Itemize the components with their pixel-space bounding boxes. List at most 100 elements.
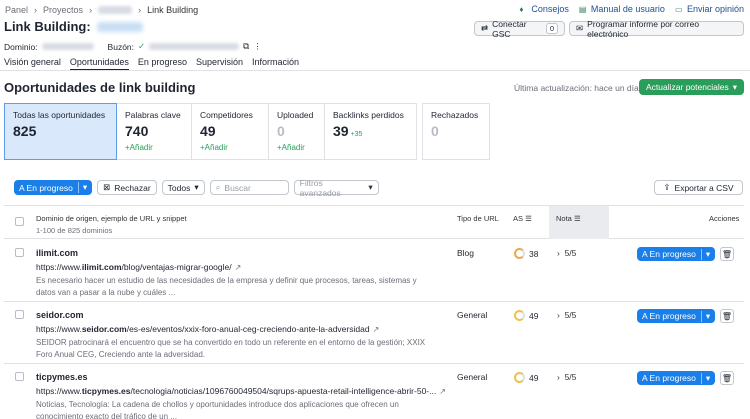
chevron-down-icon[interactable]: ▾ <box>77 182 87 193</box>
row-in-progress-button[interactable]: A En progreso ▾ <box>637 371 716 385</box>
row-snippet: Es necesario hacer un estudio de las nec… <box>36 276 417 297</box>
update-potentials-button[interactable]: Actualizar potenciales ▾ <box>639 79 744 95</box>
mail-icon: ✉ <box>576 23 584 33</box>
connect-gsc-button[interactable]: ⇄ Conectar GSC 0 <box>474 19 565 39</box>
card-value: 49 <box>200 123 216 139</box>
reject-icon: ⊠ <box>103 182 111 192</box>
row-domain[interactable]: seidor.com <box>36 310 84 320</box>
breadcrumb: Panel › Proyectos › › Link Building <box>5 5 199 15</box>
add-competitors-link[interactable]: +Añadir <box>200 143 260 152</box>
bulk-in-progress-button[interactable]: A En progreso ▾ <box>14 180 93 195</box>
breadcrumb-panel[interactable]: Panel <box>5 5 28 15</box>
row-in-progress-button[interactable]: A En progreso ▾ <box>637 309 716 323</box>
external-link-icon: ↗ <box>234 263 242 272</box>
tab-information[interactable]: Información <box>252 57 299 71</box>
card-rejected[interactable]: Rechazados 0 <box>422 103 490 160</box>
authority-donut-icon <box>514 310 525 321</box>
breadcrumb-projects[interactable]: Proyectos <box>43 5 83 15</box>
chevron-down-icon: ▾ <box>732 81 737 92</box>
tab-monitoring[interactable]: Supervisión <box>196 57 243 71</box>
card-keywords[interactable]: Palabras clave 740 +Añadir <box>117 103 192 160</box>
col-score[interactable]: Nota ☰ <box>556 214 581 223</box>
copy-icon[interactable]: ⧉ <box>243 41 249 52</box>
domain-redacted <box>41 43 94 50</box>
col-type: Tipo de URL <box>457 214 499 223</box>
advanced-filters-select[interactable]: Filtros avanzados ▾ <box>293 178 379 198</box>
add-keywords-link[interactable]: +Añadir <box>125 143 183 152</box>
chevron-down-icon: ▾ <box>368 182 373 192</box>
card-all-opportunities[interactable]: Todas las oportunidades 825 <box>4 103 117 160</box>
table-toolbar: A En progreso ▾ ⊠ Rechazar Todos ▾ ⌕ Bus… <box>14 178 379 198</box>
sort-icon: ☰ <box>573 214 581 223</box>
chevron-down-icon: ▾ <box>700 372 710 384</box>
authority-donut-icon <box>514 248 525 259</box>
schedule-email-report-button[interactable]: ✉ Programar informe por correo electróni… <box>569 19 744 39</box>
search-input[interactable]: ⌕ Buscar <box>209 180 289 195</box>
tab-in-progress[interactable]: En progreso <box>138 57 187 71</box>
chevron-right-icon: › <box>557 372 560 382</box>
tabs: Visión general Oportunidades En progreso… <box>4 57 299 71</box>
tab-overview[interactable]: Visión general <box>4 57 61 71</box>
search-icon: ⌕ <box>215 182 221 192</box>
mailbox-redacted <box>149 43 240 50</box>
card-value: 825 <box>13 123 37 139</box>
book-icon: ▤ <box>578 4 587 14</box>
row-type: General <box>457 372 488 382</box>
row-in-progress-button[interactable]: A En progreso ▾ <box>637 247 716 261</box>
row-url[interactable]: https://www.ilimit.com/blog/ventajas-mig… <box>36 262 241 272</box>
select-all-checkbox[interactable] <box>15 217 24 226</box>
chevron-down-icon: ▾ <box>700 310 710 322</box>
row-url[interactable]: https://www.seidor.com/es-es/eventos/xxi… <box>36 324 379 334</box>
page-title: Link Building: <box>4 19 143 34</box>
reject-button[interactable]: ⊠ Rechazar <box>97 180 157 195</box>
row-domain[interactable]: ilimit.com <box>36 248 78 258</box>
export-icon: ⇪ <box>663 182 671 192</box>
section-heading: Oportunidades de link building <box>4 80 196 95</box>
row-score[interactable]: › 5/5 <box>557 248 576 258</box>
row-score[interactable]: › 5/5 <box>557 310 576 320</box>
col-as[interactable]: AS ☰ <box>513 214 532 223</box>
row-checkbox[interactable] <box>15 310 24 319</box>
delete-icon[interactable]: 🗑 <box>720 371 734 385</box>
row-score[interactable]: › 5/5 <box>557 372 576 382</box>
table-row: seidor.com https://www.seidor.com/es-es/… <box>4 302 744 364</box>
delete-icon[interactable]: 🗑 <box>720 247 734 261</box>
breadcrumb-current: Link Building <box>147 5 199 15</box>
card-delta: +35 <box>350 131 363 138</box>
authority-donut-icon <box>514 372 525 383</box>
add-uploaded-link[interactable]: +Añadir <box>277 143 316 152</box>
chevron-right-icon: › <box>557 248 560 258</box>
feedback-link[interactable]: ▭ Enviar opinión <box>675 4 744 14</box>
card-uploaded[interactable]: Uploaded 0 +Añadir <box>269 103 325 160</box>
row-as: 49 <box>514 372 538 383</box>
card-value: 0 <box>431 123 439 139</box>
lightbulb-icon: ♦ <box>519 4 524 14</box>
external-link-icon: ↗ <box>439 387 446 396</box>
chevron-down-icon: ▾ <box>194 182 199 192</box>
row-checkbox[interactable] <box>15 372 24 381</box>
tips-link[interactable]: ♦ Consejos <box>519 4 569 14</box>
card-lost-backlinks[interactable]: Backlinks perdidos 39 +35 <box>325 103 417 160</box>
manual-link[interactable]: ▤ Manual de usuario <box>579 4 665 14</box>
card-competitors[interactable]: Competidores 49 +Añadir <box>192 103 269 160</box>
summary-cards: Todas las oportunidades 825 Palabras cla… <box>4 103 490 160</box>
breadcrumb-project-redacted[interactable] <box>98 6 133 14</box>
chevron-right-icon: › <box>557 310 560 320</box>
sort-icon: ☰ <box>525 214 532 223</box>
export-csv-button[interactable]: ⇪ Exportar a CSV <box>654 180 743 195</box>
row-checkbox[interactable] <box>15 248 24 257</box>
row-domain[interactable]: ticpymes.es <box>36 372 88 382</box>
row-type: General <box>457 310 488 320</box>
domain-line: Dominio: Buzón: ✓ ⧉ ⋮ <box>4 41 262 52</box>
project-name-redacted <box>96 21 143 32</box>
tab-opportunities[interactable]: Oportunidades <box>69 57 129 71</box>
last-update-text: Última actualización: hace un día <box>514 83 639 93</box>
filter-all-select[interactable]: Todos ▾ <box>161 180 205 195</box>
row-snippet: Noticias, Tecnología: La cadena de choll… <box>36 400 399 419</box>
more-icon[interactable]: ⋮ <box>253 41 262 52</box>
delete-icon[interactable]: 🗑 <box>720 309 734 323</box>
row-as: 38 <box>514 248 538 259</box>
col-range: 1-100 de 825 dominios <box>36 226 113 235</box>
chevron-down-icon: ▾ <box>700 248 710 260</box>
row-url[interactable]: https://www.ticpymes.es/tecnologia/notic… <box>36 386 446 396</box>
